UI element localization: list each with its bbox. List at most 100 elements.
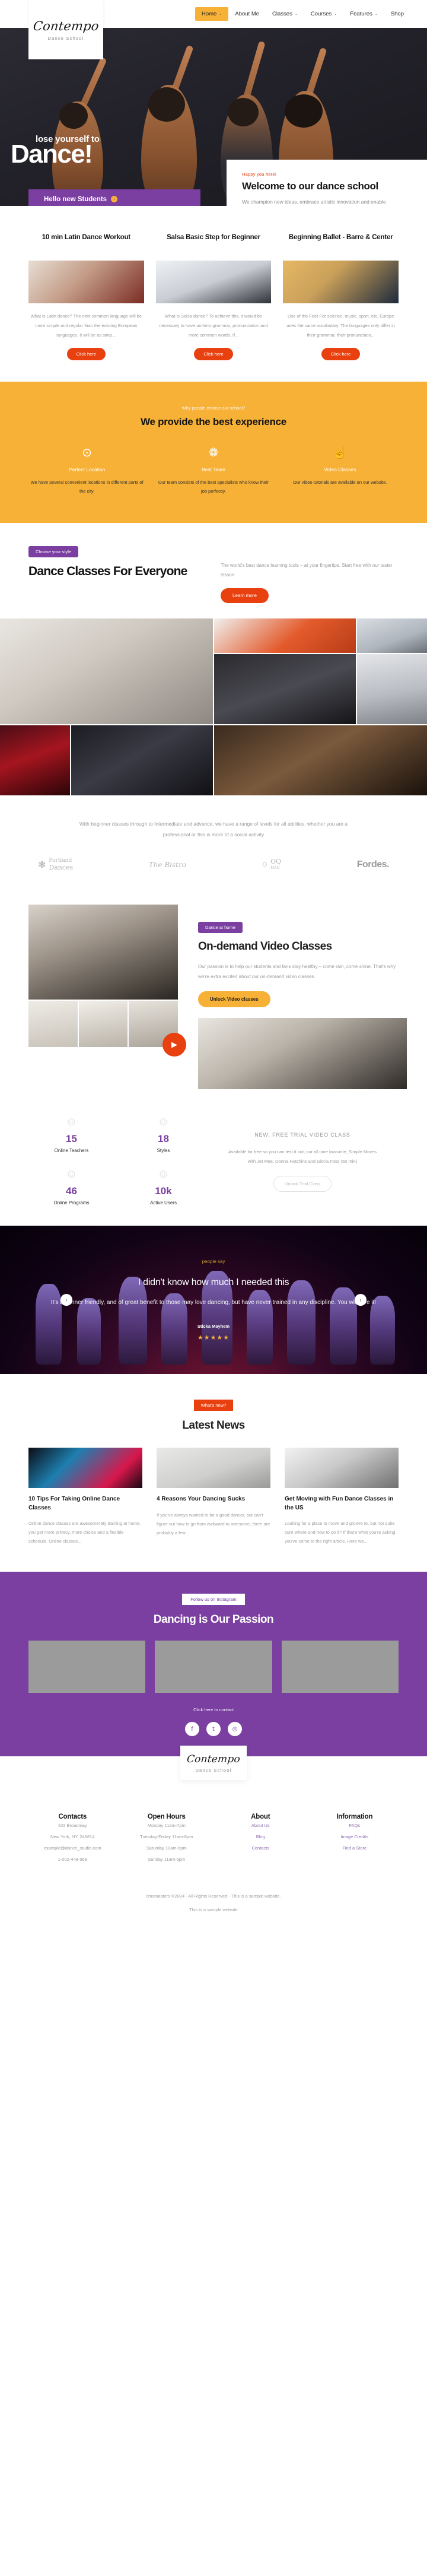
feature-description: Our video tutorials are available on our… (293, 480, 387, 486)
news-image[interactable] (28, 1448, 142, 1489)
stat-item: ☺ 18 Styles (120, 1114, 206, 1154)
nav-item-features[interactable]: Features ⌄ (343, 7, 384, 21)
social-links: f t ◎ (28, 1722, 399, 1737)
footer-logo-tagline: Dance School (195, 1767, 232, 1773)
partners-section: With beginner classes through to Interme… (0, 795, 427, 895)
feature-item: ⊙ Perfect Location We have several conveni… (28, 445, 145, 496)
class-image[interactable] (155, 261, 272, 303)
news-excerpt: Looking for a place to move and groove t… (285, 1521, 396, 1544)
circle-q-icon: ○ (262, 859, 268, 870)
footer-column: About About Us Blog Contacts (216, 1813, 305, 1865)
class-description: What is Salsa dance? To achieve this, it… (159, 313, 268, 338)
class-description: Use of the Feet For science, music, spor… (286, 313, 395, 338)
dance-classes-intro: Choose your style Dance Classes For Ever… (0, 523, 427, 619)
gallery-image-4[interactable] (214, 654, 356, 725)
passion-title: Dancing is Our Passion (153, 1613, 274, 1626)
class-card: Salsa Basic Step for Beginner What is Sal… (155, 233, 272, 361)
promo-title-text: Hello new Students (44, 195, 107, 203)
location-pin-icon: ⊙ (82, 446, 93, 459)
testimonial-quote: I didn't know how much I needed this (138, 1277, 289, 1287)
gallery-image-1[interactable] (0, 618, 213, 725)
dance-classes-desc: The world's best dance learning tools – … (221, 563, 393, 578)
footer-link[interactable]: Image Credits (311, 1832, 399, 1843)
class-card: 10 min Latin Dance Workout What is Latin … (28, 233, 144, 361)
instagram-photo-2[interactable] (155, 1641, 272, 1693)
logo-wordmark: Contempo (32, 18, 100, 33)
testimonial-section: ‹ › people say I didn't know how much I … (0, 1226, 427, 1375)
partners-intro: With beginner classes through to Interme… (79, 821, 348, 838)
welcome-body: We champion new ideas, embrace artistic … (242, 199, 386, 205)
facebook-icon[interactable]: f (185, 1722, 199, 1737)
dance-classes-right: The world's best dance learning tools – … (221, 545, 399, 604)
nav-item-label: Features (350, 11, 372, 17)
hero-text-block: lose yourself to Dance! (11, 134, 100, 167)
footer-link: Saturday 10am-6pm (146, 1845, 187, 1851)
news-title[interactable]: 10 Tips For Taking Online Dance Classes (28, 1495, 142, 1512)
footer-link[interactable]: FAQs (311, 1820, 399, 1832)
dancer-figure-icon: ☺ (157, 1115, 170, 1128)
nav-item-about-me[interactable]: About Me (228, 7, 266, 21)
contact-link[interactable]: Click here to contact (28, 1707, 399, 1712)
news-title[interactable]: 4 Reasons Your Dancing Sucks (157, 1495, 270, 1504)
ondemand-thumbnails: ▶ (28, 1000, 186, 1057)
class-cta-button[interactable]: Click here (194, 348, 233, 361)
footer-columns: Contacts 102 Broadmay New York, NY, 246814… (28, 1813, 399, 1865)
testimonial-body: It's beginner friendly, and of great ben… (50, 1299, 377, 1306)
news-title[interactable]: Get Moving with Fun Dance Classes in the… (285, 1495, 399, 1512)
follow-instagram-tag[interactable]: Follow us on Instagram (182, 1594, 245, 1606)
footer-logo[interactable]: Contempo Dance School (180, 1746, 247, 1781)
featured-classes-section: 10 min Latin Dance Workout What is Latin … (0, 206, 427, 382)
rating-stars-icon: ★★★★★ (197, 1334, 230, 1342)
gallery-image-8[interactable] (214, 725, 427, 796)
class-cta-button[interactable]: Click here (321, 348, 361, 361)
gallery-image-6[interactable] (0, 725, 71, 796)
footer-copyright-block: cmsmasters ©2024 - All Rights Reserved -… (28, 1893, 399, 1912)
play-button-icon[interactable]: ▶ (162, 1032, 186, 1057)
ondemand-thumb-1[interactable] (28, 1000, 78, 1047)
nav-item-home[interactable]: Home ⌄ (195, 7, 229, 21)
class-cta-button[interactable]: Click here (66, 348, 106, 361)
testimonial-prev-button[interactable]: ‹ (60, 1294, 72, 1306)
news-card: 10 Tips For Taking Online Dance Classes O… (28, 1448, 142, 1546)
news-image[interactable] (285, 1448, 399, 1489)
footer-column-heading: About (251, 1813, 270, 1821)
new-students-promo[interactable]: Hello new Students ↓ Sign up now for a t… (28, 189, 200, 206)
footer-link: Sunday 11am-6pm (148, 1856, 186, 1862)
site-logo[interactable]: Contempo Dance School (28, 0, 103, 59)
testimonial-next-button[interactable]: › (355, 1294, 367, 1306)
gallery-image-7[interactable] (71, 725, 213, 796)
learn-more-button[interactable]: Learn more (221, 588, 269, 604)
twitter-icon[interactable]: t (206, 1722, 221, 1737)
news-excerpt: If you've always wanted to be a good dan… (157, 1512, 270, 1536)
instagram-photo-1[interactable] (28, 1641, 146, 1693)
footer-link: Tuesday-Friday 11am-8pm (140, 1834, 193, 1840)
nav-item-classes[interactable]: Classes ⌄ (266, 7, 304, 21)
unlock-trial-class-button[interactable]: Unlock Trial Class (273, 1175, 332, 1192)
ondemand-video-section: ▶ Dance at home On-demand Video Classes … (0, 894, 427, 1108)
footer-link[interactable]: About Us (216, 1820, 305, 1832)
footer-column: Open Hours Monday 11am-7pm Tuesday-Friday … (123, 1813, 211, 1865)
footer-link[interactable]: Find a Store (311, 1843, 399, 1854)
gallery-image-5[interactable] (356, 654, 427, 725)
instagram-photo-3[interactable] (281, 1641, 399, 1693)
site-footer: Contempo Dance School Contacts 102 Broadm… (0, 1746, 427, 1928)
ondemand-desc: Our passion is to help our students and … (198, 963, 396, 979)
ondemand-thumb-2[interactable] (78, 1000, 128, 1047)
ondemand-secondary-image (198, 1018, 407, 1090)
news-image[interactable] (157, 1448, 270, 1489)
instagram-icon[interactable]: ◎ (228, 1722, 242, 1737)
stat-value: 46 (66, 1185, 77, 1197)
welcome-kicker: Happy you here! (242, 172, 277, 177)
partner-name-3: OQ (270, 857, 282, 865)
stat-label: Online Teachers (54, 1148, 89, 1154)
class-image[interactable] (283, 261, 399, 303)
unlock-video-classes-button[interactable]: Unlock Video classes (198, 991, 270, 1008)
class-image[interactable] (28, 261, 144, 303)
footer-link[interactable]: Blog (216, 1832, 305, 1843)
gallery-image-3[interactable] (356, 618, 427, 653)
nav-item-courses[interactable]: Courses ⌄ (304, 7, 343, 21)
nav-item-shop[interactable]: Shop (384, 7, 410, 21)
footer-link[interactable]: Contacts (216, 1843, 305, 1854)
copyright-text: cmsmasters ©2024 - All Rights Reserved -… (146, 1893, 281, 1899)
gallery-image-2[interactable] (214, 618, 356, 653)
